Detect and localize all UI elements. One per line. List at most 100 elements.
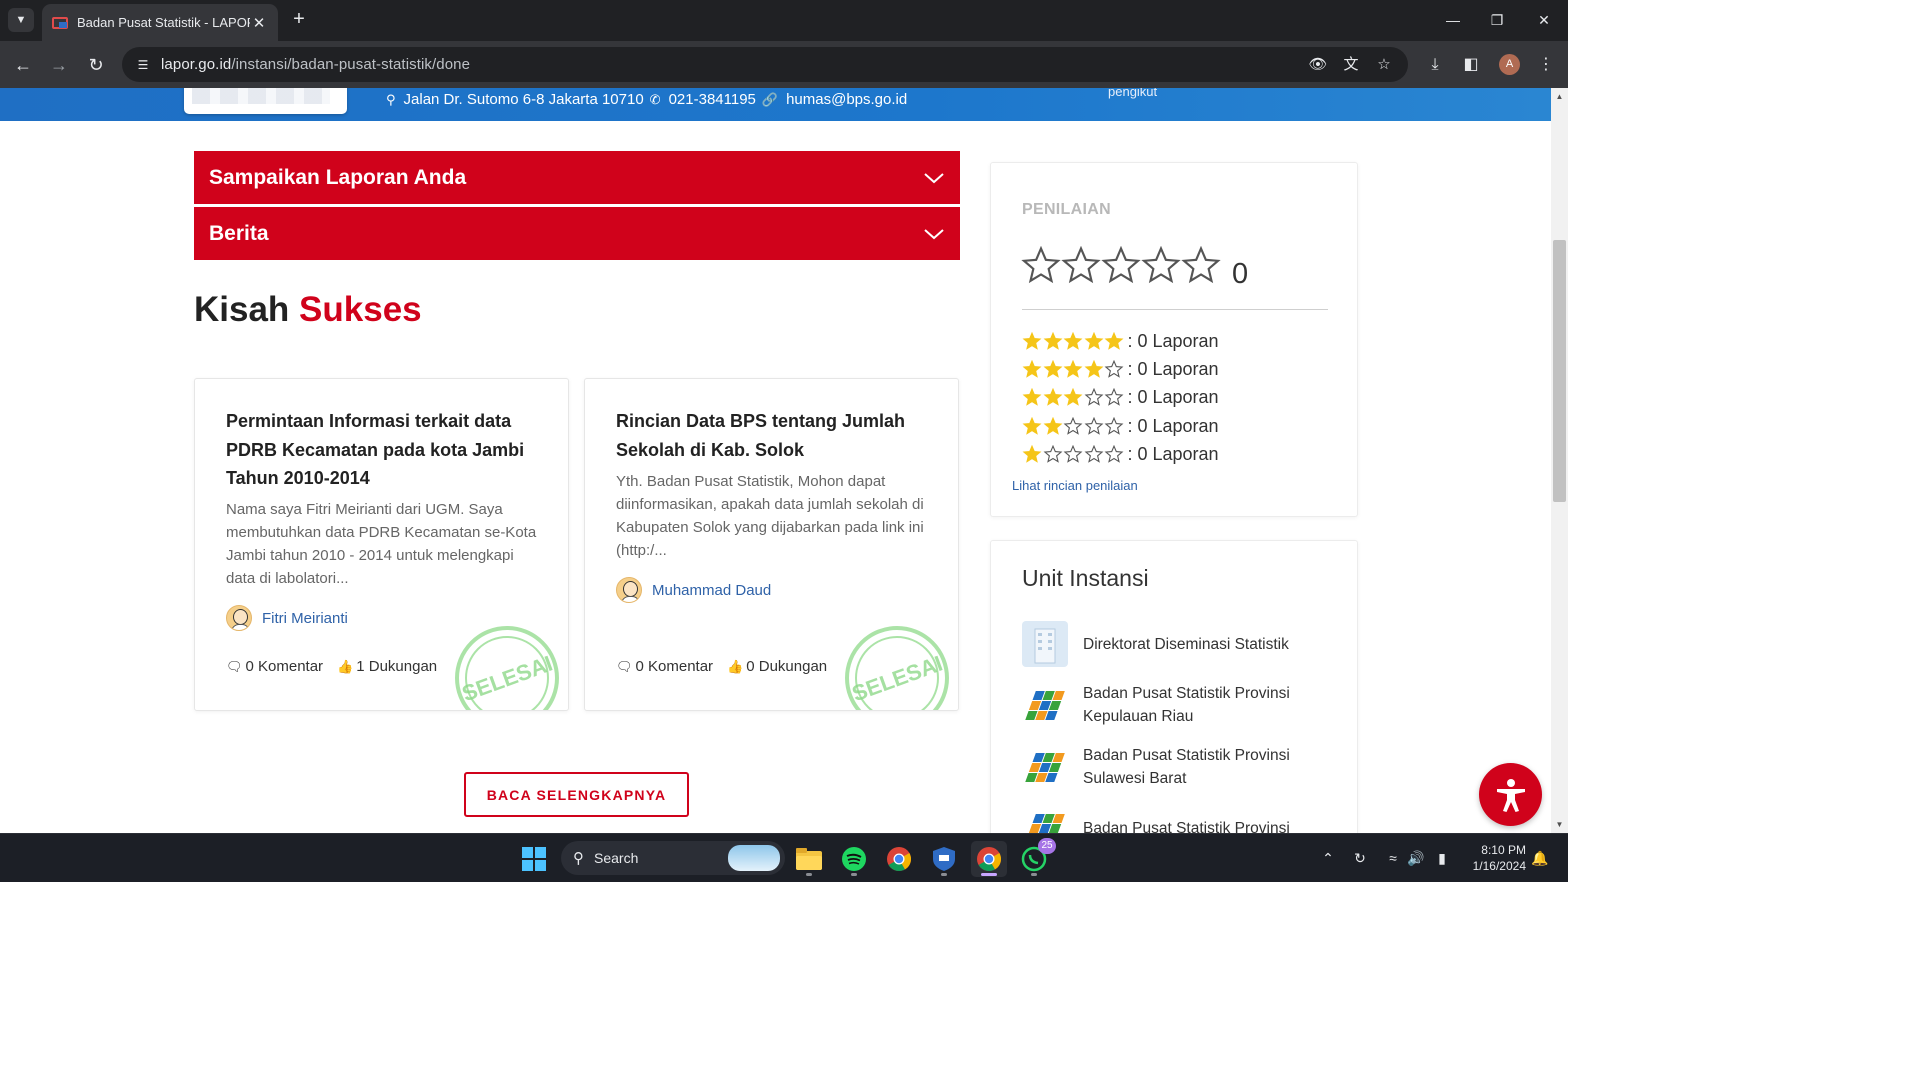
unit-name[interactable]: Badan Pusat Statistik Provinsi xyxy=(1083,817,1313,834)
chrome-menu-icon[interactable]: ⋮ xyxy=(1534,53,1558,77)
file-explorer-app[interactable] xyxy=(791,841,827,877)
close-window-button[interactable]: ✕ xyxy=(1529,8,1559,32)
system-clock[interactable]: 8:10 PM 1/16/2024 xyxy=(1462,842,1526,874)
read-more-button[interactable]: BACA SELENGKAPNYA xyxy=(464,772,689,817)
search-icon: ⚲ xyxy=(573,850,584,867)
security-app[interactable] xyxy=(926,841,962,877)
chrome-app[interactable] xyxy=(881,841,917,877)
accordion-sampaikan-laporan[interactable]: Sampaikan Laporan Anda xyxy=(194,151,960,204)
url-host: lapor.go.id xyxy=(161,56,232,73)
star-icon xyxy=(1101,246,1141,284)
new-tab-button[interactable]: + xyxy=(288,8,310,32)
building-icon xyxy=(1022,621,1068,667)
battery-icon[interactable]: ▮ xyxy=(1432,850,1452,867)
back-icon[interactable]: ← xyxy=(10,52,36,78)
windows-logo-icon xyxy=(522,847,546,871)
start-button[interactable] xyxy=(516,841,552,877)
supports-text: 0 Dukungan xyxy=(746,658,828,675)
chrome-profile-app[interactable] xyxy=(971,841,1007,877)
phone-text: 021-3841195 xyxy=(668,91,756,108)
card-author[interactable]: Fitri Meirianti xyxy=(226,605,348,631)
translate-icon[interactable]: 文 xyxy=(1340,54,1362,76)
unit-item[interactable]: Badan Pusat Statistik Provinsi Kepulauan… xyxy=(1022,682,1313,728)
forward-icon[interactable]: → xyxy=(46,52,72,78)
email-link[interactable]: humas@bps.go.id xyxy=(786,91,907,108)
unit-instansi-title: Unit Instansi xyxy=(1022,565,1149,591)
star-filled-icon xyxy=(1084,331,1103,350)
lapor-favicon-icon xyxy=(52,16,68,29)
downloads-icon[interactable]: ⤓ xyxy=(1423,53,1447,77)
star-empty-icon xyxy=(1084,416,1103,435)
star-empty-icon xyxy=(1063,416,1083,435)
tab-close-icon[interactable]: ✕ xyxy=(250,14,268,32)
reload-icon[interactable]: ↻ xyxy=(83,52,109,78)
bookmark-star-icon[interactable]: ☆ xyxy=(1373,54,1395,76)
page-scrollbar[interactable]: ▲ ▼ xyxy=(1551,88,1568,833)
minimize-button[interactable]: — xyxy=(1438,8,1468,32)
star-filled-icon xyxy=(1063,388,1083,406)
author-name[interactable]: Muhammad Daud xyxy=(652,582,771,599)
folder-icon xyxy=(796,848,822,870)
unit-item[interactable]: Direktorat Diseminasi Statistik xyxy=(1022,621,1313,667)
scroll-down-icon[interactable]: ▼ xyxy=(1551,816,1568,833)
comments-text: 0 Komentar xyxy=(635,658,714,675)
sync-icon[interactable]: ↻ xyxy=(1350,850,1370,867)
unit-name[interactable]: Badan Pusat Statistik Provinsi Sulawesi … xyxy=(1083,744,1313,790)
thumbs-up-icon: 👍 xyxy=(727,659,744,674)
address-bar[interactable]: ☰ lapor.go.id/instansi/badan-pusat-stati… xyxy=(122,47,1408,82)
tracking-protection-icon[interactable]: 👁 xyxy=(1307,54,1329,76)
card-author[interactable]: Muhammad Daud xyxy=(616,577,771,603)
show-hidden-icons-icon[interactable]: ⌃ xyxy=(1318,850,1338,867)
card-meta: 🗨 0 Komentar 👍 1 Dukungan xyxy=(226,658,437,675)
accordion-berita[interactable]: Berita xyxy=(194,207,960,260)
profile-avatar[interactable]: A xyxy=(1499,54,1520,75)
scroll-up-icon[interactable]: ▲ xyxy=(1551,88,1568,105)
accessibility-button[interactable] xyxy=(1479,763,1542,826)
unit-name[interactable]: Badan Pusat Statistik Provinsi Kepulauan… xyxy=(1083,682,1313,728)
spotify-app[interactable] xyxy=(836,841,872,877)
unit-name[interactable]: Direktorat Diseminasi Statistik xyxy=(1083,633,1313,656)
star-icon xyxy=(1141,246,1181,284)
side-panel-icon[interactable]: ◧ xyxy=(1459,53,1483,77)
running-indicator xyxy=(806,873,812,876)
scroll-thumb[interactable] xyxy=(1553,240,1566,502)
wifi-icon[interactable]: ≈ xyxy=(1383,850,1403,866)
volume-icon[interactable]: 🔊 xyxy=(1406,850,1426,867)
comments-count[interactable]: 🗨 0 Komentar xyxy=(226,658,323,675)
supports-count[interactable]: 👍 0 Dukungan xyxy=(727,658,827,675)
chrome-icon xyxy=(977,847,1002,872)
site-info-icon[interactable]: ☰ xyxy=(133,55,153,75)
phone-icon: ✆ xyxy=(649,91,661,107)
rating-details-link[interactable]: Lihat rincian penilaian xyxy=(1012,478,1138,493)
taskbar-search[interactable]: ⚲ Search xyxy=(561,841,785,875)
tab-search-button[interactable]: ▼ xyxy=(8,8,34,32)
clock-time: 8:10 PM xyxy=(1481,843,1526,857)
star-icon xyxy=(1061,246,1101,284)
instansi-header: ⚲ Jalan Dr. Sutomo 6-8 Jakarta 10710 ✆ 0… xyxy=(0,88,1551,121)
card-title[interactable]: Permintaan Informasi terkait data PDRB K… xyxy=(226,407,546,493)
restore-button[interactable]: ❐ xyxy=(1482,8,1512,32)
star-filled-icon xyxy=(1043,331,1062,350)
success-story-card[interactable]: Rincian Data BPS tentang Jumlah Sekolah … xyxy=(584,378,959,711)
success-story-card[interactable]: Permintaan Informasi terkait data PDRB K… xyxy=(194,378,569,711)
notifications-icon[interactable]: 🔔 xyxy=(1530,850,1550,867)
url-text[interactable]: lapor.go.id/instansi/badan-pusat-statist… xyxy=(161,56,470,73)
star-empty-icon xyxy=(1104,416,1124,435)
comments-count[interactable]: 🗨 0 Komentar xyxy=(616,658,713,675)
bps-logo-icon xyxy=(1022,744,1068,790)
rating-panel: PENILAIAN 0 : 0 Laporan: 0 Laporan: 0 La… xyxy=(990,162,1358,517)
author-name[interactable]: Fitri Meirianti xyxy=(262,610,348,627)
clock-date: 1/16/2024 xyxy=(1472,859,1526,873)
star-filled-icon xyxy=(1022,388,1042,406)
comment-icon: 🗨 xyxy=(226,659,243,674)
unit-item[interactable]: Badan Pusat Statistik Provinsi xyxy=(1022,805,1313,833)
supports-count[interactable]: 👍 1 Dukungan xyxy=(337,658,437,675)
address-text: Jalan Dr. Sutomo 6-8 Jakarta 10710 xyxy=(403,91,644,108)
card-title[interactable]: Rincian Data BPS tentang Jumlah Sekolah … xyxy=(616,407,936,464)
selesai-stamp-icon: SELESAI xyxy=(455,626,559,710)
comment-icon: 🗨 xyxy=(616,659,633,674)
whatsapp-app[interactable]: 25 xyxy=(1016,838,1056,877)
browser-tab-active[interactable]: Badan Pusat Statistik - LAPOR! ✕ xyxy=(42,4,278,41)
star-empty-icon xyxy=(1063,444,1083,463)
unit-item[interactable]: Badan Pusat Statistik Provinsi Sulawesi … xyxy=(1022,744,1313,790)
